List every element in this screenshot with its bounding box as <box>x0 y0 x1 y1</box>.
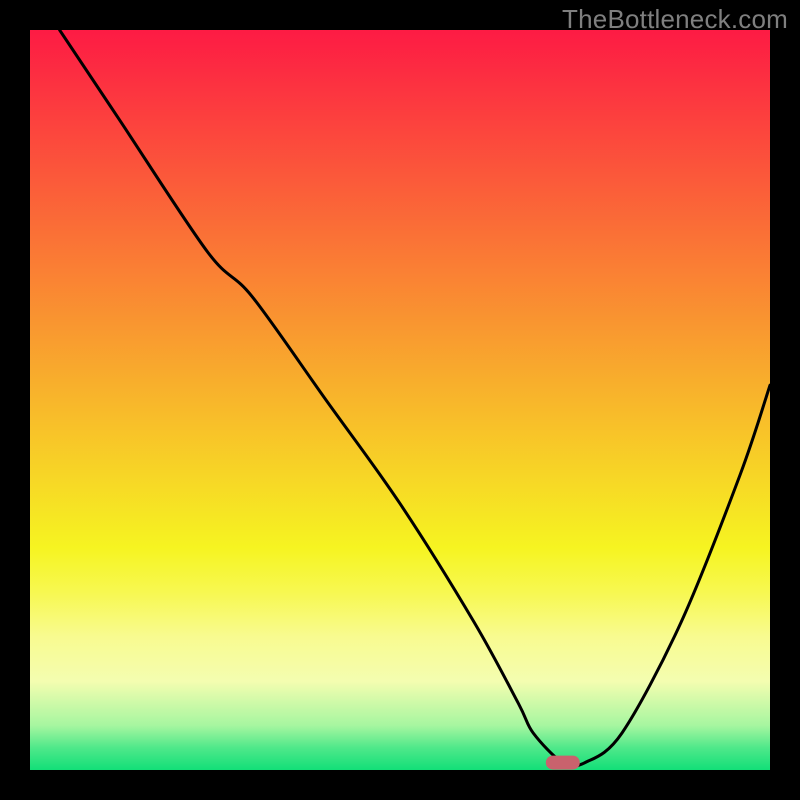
chart-frame: TheBottleneck.com <box>0 0 800 800</box>
gradient-background <box>30 30 770 770</box>
optimum-marker <box>546 756 580 770</box>
plot-area <box>30 30 770 770</box>
plot-svg <box>30 30 770 770</box>
